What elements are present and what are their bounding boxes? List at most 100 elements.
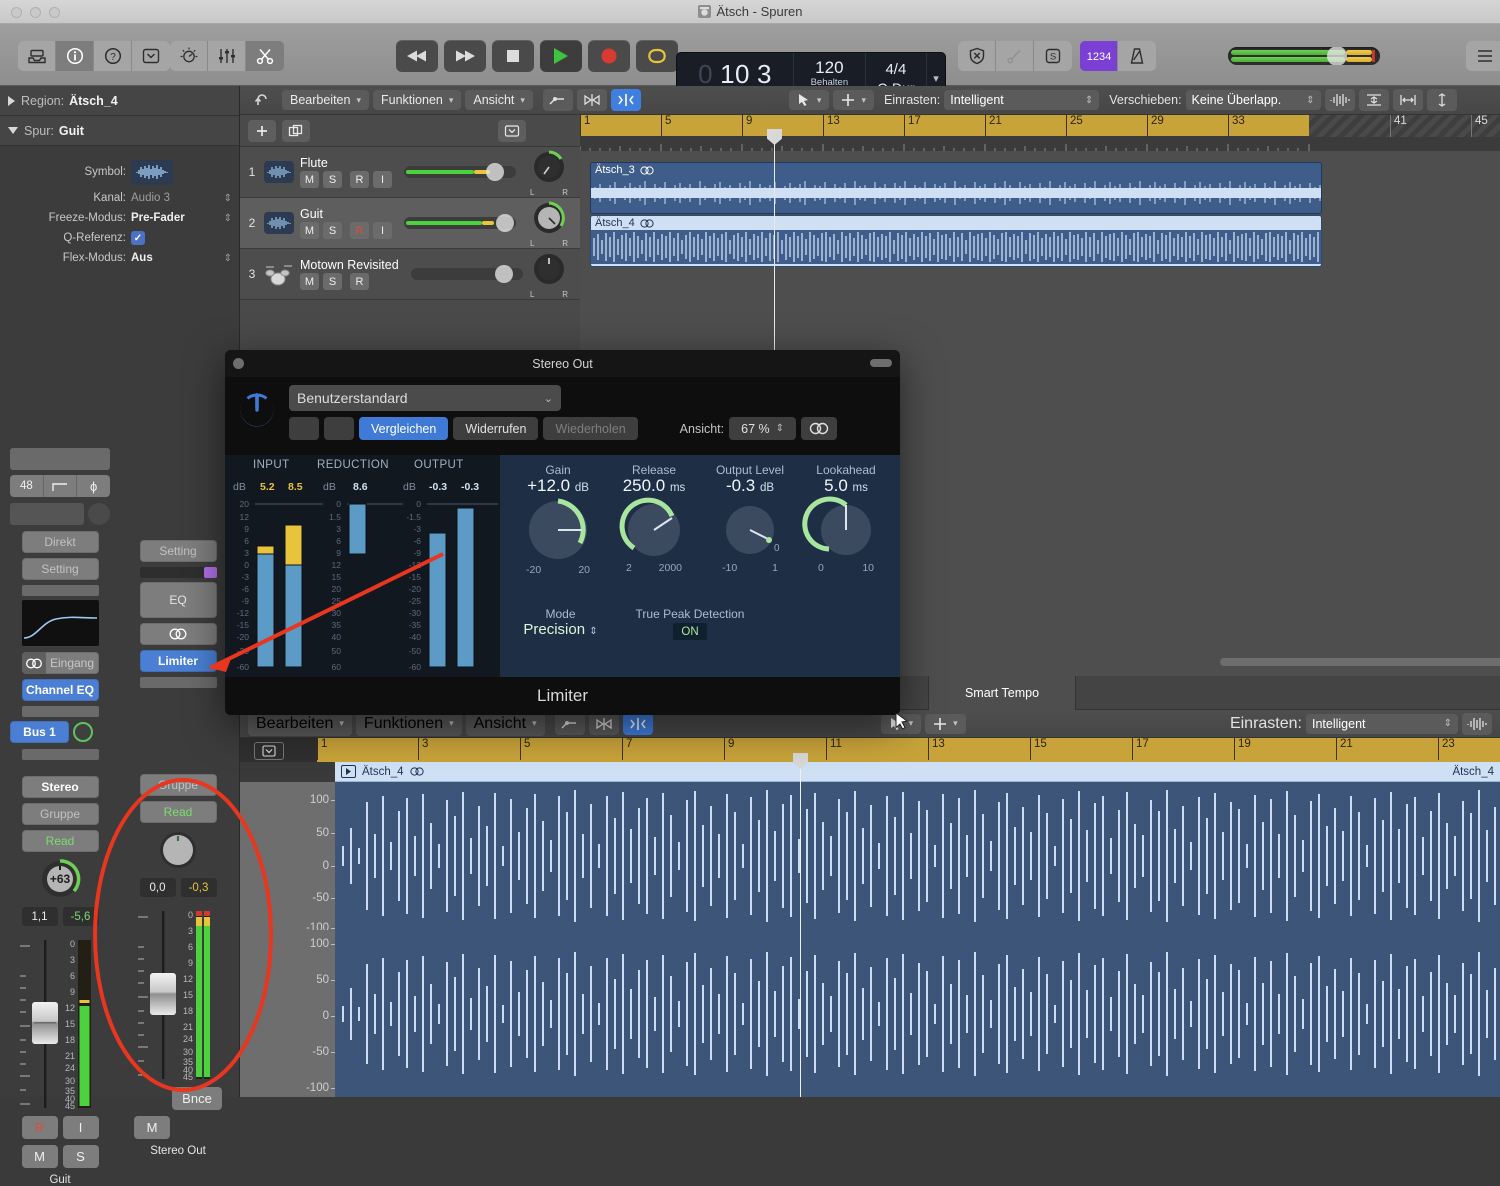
link-icon[interactable] [801, 417, 838, 440]
strip-values-stereo-out[interactable]: 0,0 -0,3 [128, 878, 228, 897]
editor-waveform-area[interactable]: Ätsch_4 Ätsch_4 100 50 0 -50 -100 100 50… [240, 762, 1500, 1097]
stepper-icon[interactable]: ⇕ [224, 213, 232, 224]
track-volume-slider-2[interactable] [404, 214, 516, 232]
snap-select[interactable]: Intelligent ⇕ [944, 90, 1100, 110]
strip-gain-row[interactable] [10, 503, 110, 525]
track-pan-knob-1[interactable]: LR [530, 148, 568, 197]
track-buttons-2[interactable]: M S R I [300, 222, 392, 239]
track-row-3[interactable]: 3 Motown Revisited M S R L R [240, 249, 580, 300]
knob-gain-graphic[interactable] [510, 496, 606, 568]
chevron-left-icon[interactable]: chevron-left-icon [289, 417, 319, 440]
plugin-resize-handle[interactable] [870, 359, 892, 367]
inspector-param-freeze[interactable]: Freeze-Modus: Pre-Fader ⇕ [0, 208, 239, 228]
list-editors-button[interactable] [1466, 41, 1500, 71]
metronome-icon[interactable] [1118, 41, 1156, 71]
play-region-icon[interactable] [341, 765, 356, 778]
editor-snap-select[interactable]: Intelligent ⇕ [1306, 713, 1458, 734]
play-button[interactable] [540, 40, 582, 72]
inspector-param-symbol[interactable]: Symbol: [0, 156, 239, 188]
editor-waveform-channel-1[interactable] [335, 782, 1500, 930]
tuner-icon[interactable] [996, 41, 1034, 71]
input-meter[interactable]: dB 5.2 8.5 20 12 9 6 3 0 -3 -6 -9 -12 -15 -20 -30… [233, 481, 323, 673]
editor-track-config-button[interactable] [254, 742, 284, 760]
forward-button[interactable] [444, 40, 486, 72]
pointer-tool-icon[interactable]: ▾ [788, 90, 830, 110]
count-in-1234-icon[interactable]: 1234 [1080, 41, 1118, 71]
waveform-zoom-icon[interactable] [1324, 89, 1355, 111]
setting-slot[interactable] [21, 585, 99, 596]
menu-funktionen[interactable]: Funktionen ▾ [373, 90, 462, 110]
send-row[interactable]: Bus 1 [10, 721, 110, 743]
knob-lookahead-graphic[interactable] [798, 496, 894, 568]
master-volume-thumb[interactable] [1327, 47, 1347, 65]
editor-region-header[interactable]: Ätsch_4 Ätsch_4 [335, 762, 1500, 782]
disclosure-down-icon[interactable] [8, 127, 18, 134]
phase-invert-icon[interactable]: ϕ [77, 475, 110, 497]
mute-solo-row-guit[interactable]: M S [10, 1145, 110, 1168]
horizontal-scrollbar-arrange[interactable] [1220, 658, 1500, 666]
automation-read-button-stereo-out[interactable]: Read [139, 801, 217, 823]
strip-top-slot[interactable] [10, 448, 110, 470]
eq-button-stereo-out[interactable]: EQ [139, 582, 217, 618]
value-right-stereo-out[interactable]: -0,3 [180, 878, 217, 897]
value-left-stereo-out[interactable]: 0,0 [139, 878, 176, 897]
bounce-row[interactable]: Bnce [128, 1087, 228, 1110]
strip-values-guit[interactable]: 1,1 -5,6 [10, 907, 110, 926]
insert-channel-eq-button[interactable]: Channel EQ [21, 679, 99, 701]
master-volume-slider[interactable] [1228, 47, 1380, 65]
editor-ruler-bar-numbers[interactable]: 1 3 5 7 9 11 13 15 17 19 21 23 [317, 738, 1500, 762]
mode-value-row[interactable]: Precision ⇕ [508, 621, 613, 638]
knob-output-level-graphic[interactable] [702, 496, 798, 568]
automation-icon[interactable] [542, 89, 573, 111]
editors-scissors-icon[interactable] [246, 41, 284, 71]
automation-read-button[interactable]: Read [21, 830, 99, 852]
input-button-track-1[interactable]: I [373, 171, 392, 188]
true-peak-control[interactable]: True Peak Detection ON [610, 607, 770, 640]
list-icon[interactable] [1466, 41, 1500, 71]
highpass-filter-icon[interactable] [43, 475, 78, 497]
value-right-guit[interactable]: -5,6 [62, 907, 99, 926]
stepper-icon[interactable]: ⇕ [224, 253, 232, 264]
toolbar-group-left[interactable]: ? [18, 41, 170, 71]
track-volume-thumb-3[interactable] [494, 265, 513, 283]
fader-area-guit[interactable]: 036 9 12 15 18 21 24 30 35 40 45 [18, 934, 102, 1114]
track-pan-knob-2[interactable]: LR [530, 199, 568, 248]
mute-row-stereo-out[interactable]: M [128, 1116, 228, 1139]
drag-select[interactable]: Keine Überlapp. ⇕ [1185, 90, 1321, 110]
track-pan-knob-3[interactable]: LR [530, 250, 568, 299]
trim-icon[interactable] [610, 89, 641, 111]
knob-gain[interactable]: Gain +12.0 dB -20 20 [510, 463, 606, 576]
output-button[interactable]: Stereo [21, 776, 99, 798]
toolbar-group-tools[interactable] [170, 41, 284, 71]
trim-icon[interactable] [622, 712, 653, 735]
menu-ansicht[interactable]: Ansicht ▾ [465, 90, 533, 110]
minimize-button[interactable] [30, 7, 41, 18]
chevron-right-icon[interactable]: chevron-right-icon [324, 417, 354, 440]
eq-curve-display[interactable] [21, 600, 99, 646]
group-button-stereo-out[interactable]: Gruppe [139, 774, 217, 796]
output-meter[interactable]: dB -0.3 -0.3 0 -1.5 -3 -6 -9 -12 -15 -20 -25 -3… [403, 481, 498, 673]
setting-slot-stereo-out[interactable] [139, 567, 217, 578]
knob-output-level[interactable]: Output Level -0.3 dB 0 -10 1 [702, 463, 798, 574]
track-buttons-1[interactable]: M S R I [300, 171, 392, 188]
solo-s-icon[interactable]: S [1034, 41, 1072, 71]
redo-button[interactable]: Wiederholen [543, 417, 638, 440]
audio-waveform-icon[interactable] [264, 212, 294, 234]
track-row-1[interactable]: 1 Flute M S R I L R [240, 147, 580, 198]
mute-button-guit[interactable]: M [21, 1145, 58, 1168]
mute-button-track-3[interactable]: M [300, 273, 319, 290]
qref-checkbox[interactable]: ✓ [131, 231, 145, 245]
inspector-param-flex[interactable]: Flex-Modus: Aus ⇕ [0, 248, 239, 268]
close-button[interactable] [11, 7, 22, 18]
insert-slot-empty-stereo-out[interactable] [139, 677, 217, 688]
record-button-track-2[interactable]: R [350, 222, 369, 239]
track-volume-slider-1[interactable] [404, 163, 516, 181]
cycle-button[interactable] [636, 40, 678, 72]
maximize-button[interactable] [49, 7, 60, 18]
view-percent-select[interactable]: 67 % ⇕ [729, 417, 797, 440]
setting-button[interactable]: Setting [21, 558, 99, 580]
gain-knob[interactable] [88, 503, 110, 525]
info-icon[interactable] [56, 41, 94, 71]
stepper-icon[interactable]: ⇕ [224, 193, 232, 204]
transport-controls[interactable] [396, 40, 678, 72]
